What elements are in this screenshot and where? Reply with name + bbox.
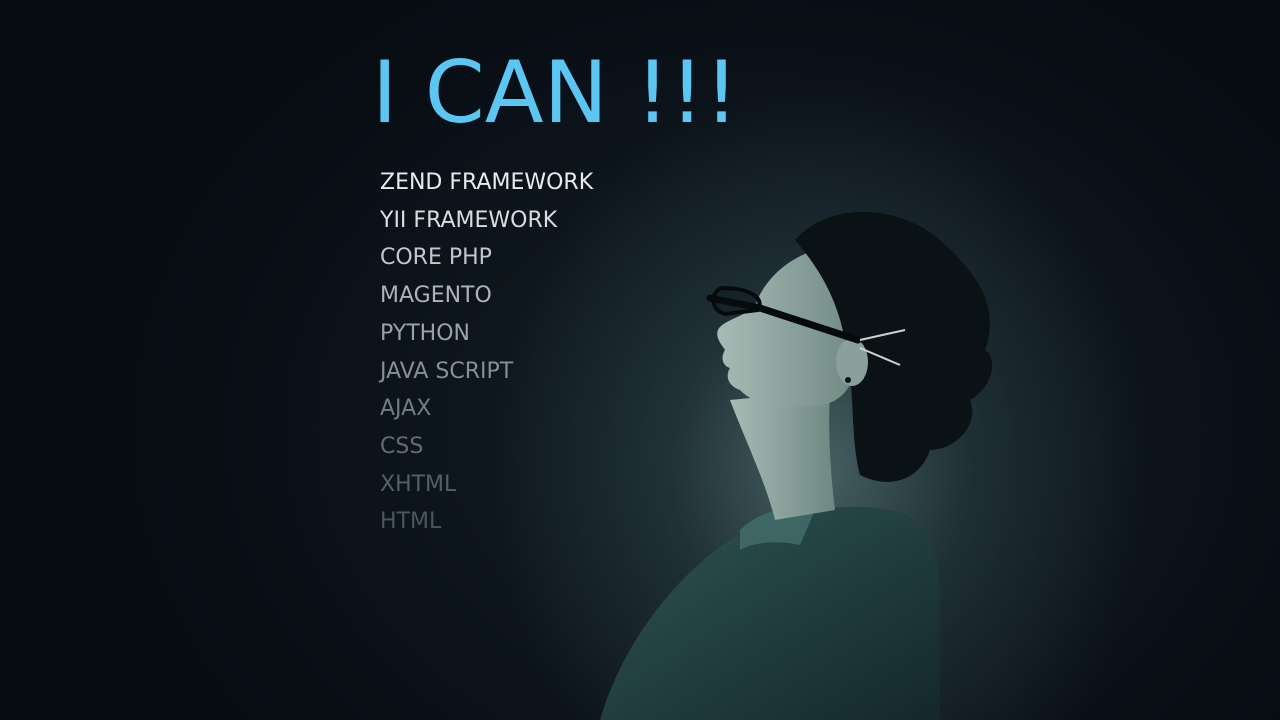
woman-profile-illustration	[600, 211, 993, 720]
skill-item: XHTML	[380, 471, 457, 497]
skill-item: CORE PHP	[380, 245, 492, 271]
skill-item: MAGENTO	[380, 283, 492, 309]
skill-item: JAVA SCRIPT	[380, 358, 514, 384]
skill-item: PYTHON	[380, 320, 470, 346]
ear-shape	[836, 338, 868, 386]
skill-item: AJAX	[380, 396, 432, 422]
skill-item: YII FRAMEWORK	[380, 207, 558, 233]
skill-item: ZEND FRAMEWORK	[380, 170, 594, 195]
skill-item: HTML	[380, 509, 442, 535]
earring-shape	[845, 377, 851, 383]
headline-title: I CAN !!!	[372, 43, 739, 143]
skill-item: CSS	[380, 433, 424, 459]
neck-shape	[730, 390, 835, 520]
poster: I CAN !!! ZEND FRAMEWORK YII FRAMEWORK C…	[0, 0, 1280, 720]
skills-list: ZEND FRAMEWORK YII FRAMEWORK CORE PHP MA…	[380, 164, 593, 541]
